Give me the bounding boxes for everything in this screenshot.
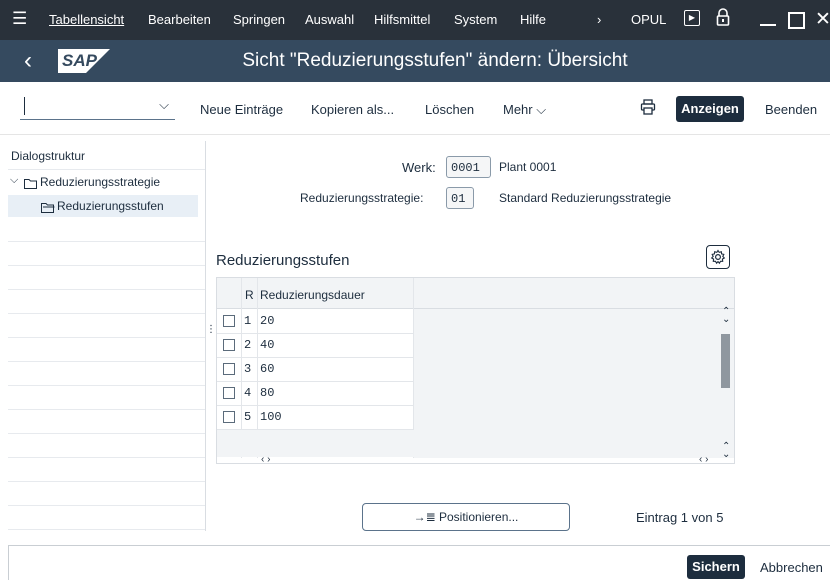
cancel-button[interactable]: Abbrechen xyxy=(760,560,823,575)
tree-empty-row xyxy=(8,362,205,386)
variant-select[interactable]: ⌵ xyxy=(20,95,175,120)
open-folder-icon xyxy=(41,201,55,216)
chevron-down-icon[interactable]: ⌵ xyxy=(10,174,18,187)
table-row[interactable]: 3 60 xyxy=(217,357,413,382)
chevron-down-icon: ⌵ xyxy=(159,97,169,112)
tree-empty-row xyxy=(8,338,205,362)
table-empty-area xyxy=(414,309,734,458)
scroll-up-icon[interactable]: ⌃ ⌄ xyxy=(722,307,730,325)
position-icon: →≣ xyxy=(413,510,436,524)
row-number: 3 xyxy=(244,362,252,376)
column-header-reduzierungsdauer[interactable]: Reduzierungsdauer xyxy=(260,288,365,302)
scroll-down-icon[interactable]: ⌃ ⌄ xyxy=(722,442,730,460)
table-title: Reduzierungsstufen xyxy=(216,252,350,269)
reduzierungsdauer-cell[interactable]: 20 xyxy=(260,314,274,328)
menu-tabellensicht[interactable]: Tabellensicht xyxy=(49,12,124,27)
column-header-r[interactable]: R xyxy=(245,288,254,302)
row-select-checkbox[interactable] xyxy=(223,363,235,375)
reduzierungsdauer-cell[interactable]: 80 xyxy=(260,386,274,400)
tree-node-reduzierungsstrategie[interactable]: ⌵ Reduzierungsstrategie xyxy=(8,170,205,194)
werk-description: Plant 0001 xyxy=(499,160,557,174)
row-number: 1 xyxy=(244,314,252,328)
entry-info: Eintrag 1 von 5 xyxy=(636,510,724,525)
menu-system[interactable]: System xyxy=(454,12,497,27)
tree-node-reduzierungsstufen[interactable]: Reduzierungsstufen xyxy=(8,195,198,217)
table-row[interactable]: 4 80 xyxy=(217,381,413,406)
tree-node-label: Reduzierungsstrategie xyxy=(40,175,161,189)
title-bar: ‹ SAP Sicht "Reduzierungsstufen" ändern:… xyxy=(0,40,830,82)
tree-empty-row xyxy=(8,482,205,506)
display-button[interactable]: Anzeigen xyxy=(676,96,744,122)
tree-empty-row xyxy=(8,218,205,242)
more-button[interactable]: Mehr ⌵ xyxy=(503,102,546,118)
menu-bar: ☰ Tabellensicht Bearbeiten Springen Ausw… xyxy=(0,0,830,40)
horizontal-scroll-arrows-right[interactable]: ‹ › xyxy=(699,454,708,465)
new-entries-button[interactable]: Neue Einträge xyxy=(200,102,283,117)
splitter-handle[interactable]: ⋮ xyxy=(206,325,216,345)
settings-gear-icon[interactable] xyxy=(706,245,730,269)
table-row[interactable]: 2 40 xyxy=(217,333,413,358)
play-icon[interactable]: ▶ xyxy=(684,10,700,26)
tree-empty-row xyxy=(8,386,205,410)
table-row[interactable]: 1 20 xyxy=(217,309,413,334)
dialog-structure-header: Dialogstruktur xyxy=(8,141,205,170)
tree-empty-row xyxy=(8,434,205,458)
row-number: 4 xyxy=(244,386,252,400)
tree-empty-row xyxy=(8,290,205,314)
position-button-label: Positionieren... xyxy=(439,510,519,524)
tree-empty-row xyxy=(8,242,205,266)
row-select-checkbox[interactable] xyxy=(223,387,235,399)
footer-bar: Sichern Abbrechen xyxy=(8,545,830,580)
tree-empty-row xyxy=(8,266,205,290)
tree-empty-row xyxy=(8,314,205,338)
menu-auswahl[interactable]: Auswahl xyxy=(305,12,354,27)
dialog-structure-panel: Dialogstruktur ⌵ Reduzierungsstrategie R… xyxy=(8,141,205,531)
menu-hilfe[interactable]: Hilfe xyxy=(520,12,546,27)
werk-field[interactable]: 0001 xyxy=(446,156,491,178)
row-select-checkbox[interactable] xyxy=(223,315,235,327)
tree-node-label: Reduzierungsstufen xyxy=(57,199,164,213)
row-select-checkbox[interactable] xyxy=(223,339,235,351)
exit-button[interactable]: Beenden xyxy=(765,102,817,117)
row-number: 2 xyxy=(244,338,252,352)
strategy-label: Reduzierungsstrategie: xyxy=(300,191,424,205)
table-row[interactable]: 5 100 xyxy=(217,405,413,430)
tree-empty-row xyxy=(8,410,205,434)
delete-button[interactable]: Löschen xyxy=(425,102,474,117)
row-number: 5 xyxy=(244,410,252,424)
menu-hilfsmittel[interactable]: Hilfsmittel xyxy=(374,12,430,27)
close-icon[interactable]: ✕ xyxy=(815,8,830,31)
strategy-description: Standard Reduzierungsstrategie xyxy=(499,191,672,205)
copy-as-button[interactable]: Kopieren als... xyxy=(311,102,394,117)
reduzierungsdauer-cell[interactable]: 100 xyxy=(260,410,282,424)
row-select-checkbox[interactable] xyxy=(223,411,235,423)
hamburger-menu-icon[interactable]: ☰ xyxy=(12,9,27,29)
menu-bearbeiten[interactable]: Bearbeiten xyxy=(148,12,211,27)
position-button[interactable]: →≣ Positionieren... xyxy=(362,503,570,531)
menu-springen[interactable]: Springen xyxy=(233,12,285,27)
strategy-field[interactable]: 01 xyxy=(446,187,474,209)
vertical-scrollbar-thumb[interactable] xyxy=(721,334,730,388)
table-empty-row xyxy=(217,430,414,457)
minimize-icon[interactable] xyxy=(760,24,776,26)
table-container: R Reduzierungsdauer 1 20 2 40 3 60 4 80 … xyxy=(216,277,735,465)
save-button[interactable]: Sichern xyxy=(687,555,745,579)
tree-empty-row xyxy=(8,458,205,482)
folder-icon xyxy=(24,177,37,192)
print-icon[interactable] xyxy=(640,99,656,118)
system-id: OPUL xyxy=(631,12,667,27)
toolbar: ⌵ Neue Einträge Kopieren als... Löschen … xyxy=(0,82,830,135)
chevron-right-icon[interactable]: › xyxy=(597,12,601,27)
dialog-structure-title: Dialogstruktur xyxy=(11,149,86,163)
reduzierungsdauer-cell[interactable]: 60 xyxy=(260,362,274,376)
page-title: Sicht "Reduzierungsstufen" ändern: Übers… xyxy=(242,50,628,71)
tree-empty-row xyxy=(8,506,205,530)
horizontal-scroll-arrows[interactable]: ‹ › xyxy=(261,454,270,465)
lock-icon[interactable] xyxy=(716,8,730,29)
werk-label: Werk: xyxy=(402,160,436,175)
reduzierungsdauer-cell[interactable]: 40 xyxy=(260,338,274,352)
chevron-down-icon: ⌵ xyxy=(536,102,547,117)
maximize-icon[interactable] xyxy=(788,12,805,29)
